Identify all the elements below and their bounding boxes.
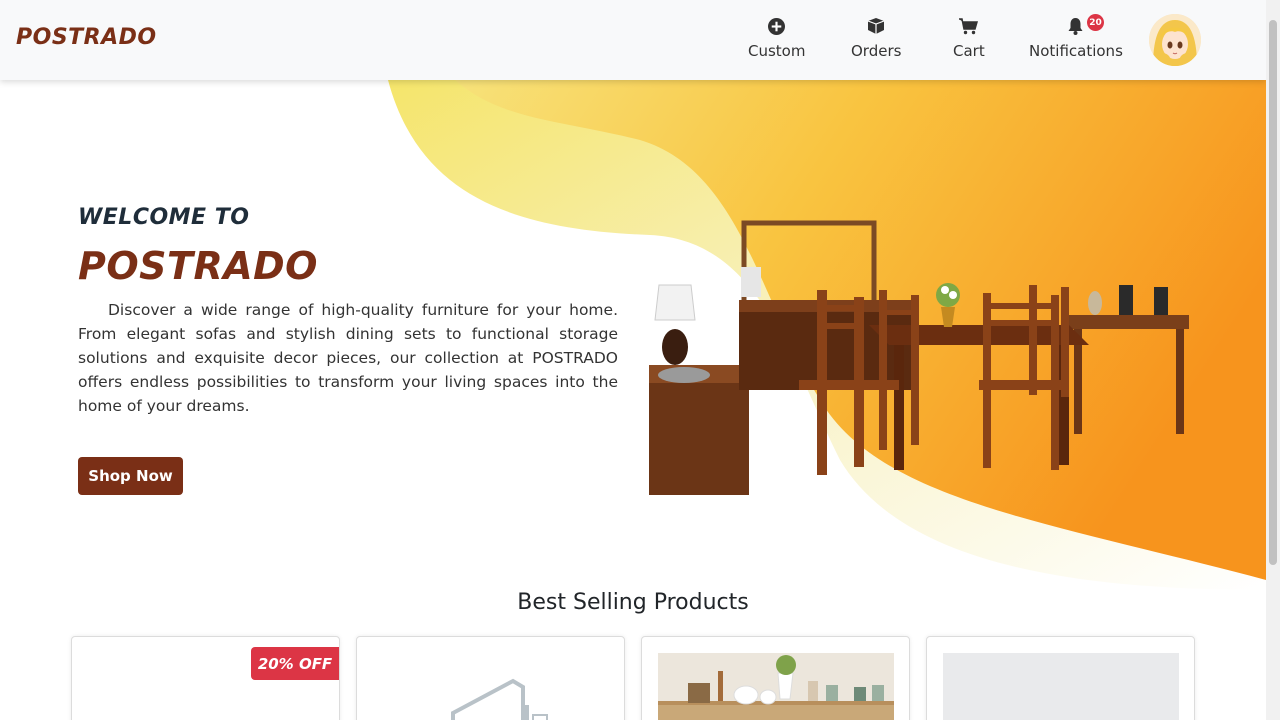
notification-count-badge: 20 xyxy=(1087,14,1104,31)
brand-logo[interactable]: POSTRADO xyxy=(16,25,157,50)
hero-welcome: WELCOME TO xyxy=(78,205,250,230)
nav-custom-label: Custom xyxy=(748,42,806,60)
dining-set-image xyxy=(649,220,1189,495)
nav-custom[interactable]: Custom xyxy=(748,14,805,66)
nav-orders-label: Orders xyxy=(851,42,902,60)
nav-cart-label: Cart xyxy=(953,42,985,60)
nav-orders[interactable]: Orders xyxy=(851,14,901,66)
top-navbar: POSTRADO Custom Orders Cart 20 Notificat… xyxy=(0,0,1266,80)
bell-icon xyxy=(1066,16,1086,36)
nav-notifications-label: Notifications xyxy=(1029,42,1123,60)
box-icon xyxy=(866,16,886,36)
product-card[interactable] xyxy=(641,636,910,720)
product-card[interactable]: 20% OFF xyxy=(71,636,340,720)
nav-cart[interactable]: Cart xyxy=(953,14,985,66)
cart-icon xyxy=(959,16,979,36)
product-image xyxy=(943,653,1179,720)
user-avatar[interactable] xyxy=(1149,14,1201,66)
product-image xyxy=(451,678,548,720)
discount-badge: 20% OFF xyxy=(251,647,339,680)
hero-title: POSTRADO xyxy=(78,244,318,288)
scrollbar-thumb[interactable] xyxy=(1269,20,1277,565)
plus-circle-icon xyxy=(767,16,787,36)
hero-description: Discover a wide range of high-quality fu… xyxy=(78,301,618,415)
nav-notifications[interactable]: 20 Notifications xyxy=(1029,14,1123,66)
product-card[interactable] xyxy=(926,636,1195,720)
product-card[interactable] xyxy=(356,636,625,720)
product-image xyxy=(658,653,894,720)
page-scrollbar[interactable] xyxy=(1266,0,1280,720)
hero-text-block: WELCOME TO POSTRADO Discover a wide rang… xyxy=(78,205,618,418)
shop-now-button[interactable]: Shop Now xyxy=(78,457,183,495)
best-selling-title: Best Selling Products xyxy=(517,590,749,615)
